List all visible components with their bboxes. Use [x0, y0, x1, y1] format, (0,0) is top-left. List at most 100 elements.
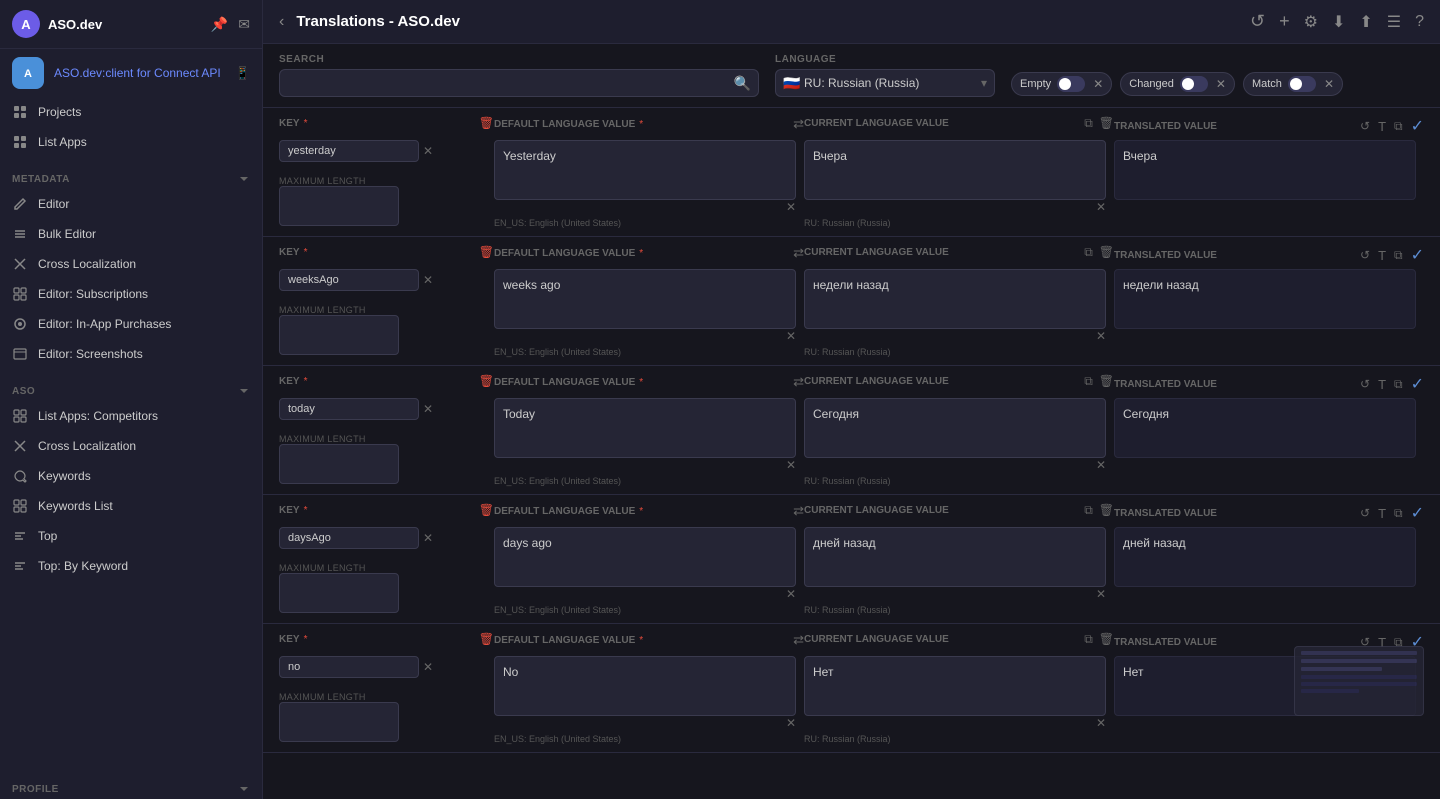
sidebar-item-editor-subscriptions[interactable]: Editor: Subscriptions [0, 279, 262, 309]
row2-default-textarea[interactable]: weeks ago [494, 269, 796, 329]
row4-check-icon[interactable]: ✓ [1411, 503, 1424, 523]
row2-default-clear[interactable]: ✕ [786, 329, 796, 343]
row1-max-length-input[interactable] [279, 186, 399, 226]
row1-copy-translated-icon[interactable]: ⧉ [1394, 119, 1403, 134]
row2-refresh-icon[interactable]: ↺ [1360, 248, 1370, 262]
toggle-match[interactable]: Match ✕ [1243, 72, 1343, 96]
row4-default-clear[interactable]: ✕ [786, 587, 796, 601]
row5-current-textarea[interactable]: Нет [804, 656, 1106, 716]
row2-current-clear[interactable]: ✕ [1096, 329, 1106, 343]
row5-current-clear[interactable]: ✕ [1096, 716, 1106, 730]
back-button[interactable]: ‹ [279, 13, 284, 31]
row1-refresh-icon[interactable]: ↺ [1360, 119, 1370, 133]
row4-current-textarea[interactable]: дней назад [804, 527, 1106, 587]
metadata-section-title[interactable]: METADATA [12, 173, 250, 185]
row3-current-clear[interactable]: ✕ [1096, 458, 1106, 472]
row5-max-length-input[interactable] [279, 702, 399, 742]
toggle-changed[interactable]: Changed ✕ [1120, 72, 1235, 96]
row3-translate-icon[interactable]: ⇄ [793, 374, 804, 390]
row4-refresh-icon[interactable]: ↺ [1360, 506, 1370, 520]
pin-icon[interactable]: 📌 [211, 16, 228, 33]
sidebar-item-list-apps-competitors[interactable]: List Apps: Competitors [0, 401, 262, 431]
sidebar-item-bulk-editor[interactable]: Bulk Editor [0, 219, 262, 249]
row1-delete-current-icon[interactable]: 🗑 [1099, 116, 1114, 131]
row2-key-input[interactable] [279, 269, 419, 291]
row1-translate-t-icon[interactable]: T [1378, 119, 1386, 134]
row5-copy-current-icon[interactable]: ⧉ [1084, 632, 1093, 647]
toggle-empty-switch[interactable] [1057, 76, 1085, 92]
row3-key-input[interactable] [279, 398, 419, 420]
sidebar-item-top[interactable]: Top [0, 521, 262, 551]
row5-key-clear[interactable]: ✕ [423, 660, 433, 674]
row4-translate-icon[interactable]: ⇄ [793, 503, 804, 519]
row1-check-icon[interactable]: ✓ [1411, 116, 1424, 136]
sidebar-item-top-by-keyword[interactable]: Top: By Keyword [0, 551, 262, 581]
toggle-empty-close[interactable]: ✕ [1093, 77, 1103, 91]
row5-default-textarea[interactable]: No [494, 656, 796, 716]
sidebar-item-cross-loc-meta[interactable]: Cross Localization [0, 249, 262, 279]
language-select[interactable]: RU: Russian (Russia) [775, 69, 995, 97]
row3-copy-current-icon[interactable]: ⧉ [1084, 374, 1093, 389]
row4-key-clear[interactable]: ✕ [423, 531, 433, 545]
row2-delete-current-icon[interactable]: 🗑 [1099, 245, 1114, 260]
row4-translate-t-icon[interactable]: T [1378, 506, 1386, 521]
row1-current-textarea[interactable]: Вчера [804, 140, 1106, 200]
row5-key-input[interactable] [279, 656, 419, 678]
help-icon[interactable]: ? [1415, 13, 1424, 31]
row1-current-clear[interactable]: ✕ [1096, 200, 1106, 214]
settings-icon[interactable]: ⚙ [1304, 12, 1318, 32]
row3-copy-translated-icon[interactable]: ⧉ [1394, 377, 1403, 392]
add-icon[interactable]: + [1279, 11, 1290, 32]
row4-default-textarea[interactable]: days ago [494, 527, 796, 587]
row2-max-length-input[interactable] [279, 315, 399, 355]
sidebar-item-keywords[interactable]: Keywords [0, 461, 262, 491]
menu-icon[interactable]: ☰ [1387, 12, 1401, 32]
row2-delete-btn[interactable]: 🗑 [479, 245, 494, 259]
toggle-changed-close[interactable]: ✕ [1216, 77, 1226, 91]
row5-default-clear[interactable]: ✕ [786, 716, 796, 730]
row1-delete-btn[interactable]: 🗑 [479, 116, 494, 130]
row3-default-clear[interactable]: ✕ [786, 458, 796, 472]
row4-copy-translated-icon[interactable]: ⧉ [1394, 506, 1403, 521]
row3-max-length-input[interactable] [279, 444, 399, 484]
row4-current-clear[interactable]: ✕ [1096, 587, 1106, 601]
row3-refresh-icon[interactable]: ↺ [1360, 377, 1370, 391]
row3-translate-t-icon[interactable]: T [1378, 377, 1386, 392]
toggle-changed-switch[interactable] [1180, 76, 1208, 92]
profile-section-title[interactable]: PROFILE [12, 783, 250, 795]
row3-delete-current-icon[interactable]: 🗑 [1099, 374, 1114, 389]
row2-copy-translated-icon[interactable]: ⧉ [1394, 248, 1403, 263]
row1-key-input[interactable] [279, 140, 419, 162]
row2-current-textarea[interactable]: недели назад [804, 269, 1106, 329]
client-app-item[interactable]: A ASO.dev:client for Connect API 📱 [0, 49, 262, 97]
row2-translate-icon[interactable]: ⇄ [793, 245, 804, 261]
row4-delete-btn[interactable]: 🗑 [479, 503, 494, 517]
row2-translate-t-icon[interactable]: T [1378, 248, 1386, 263]
refresh-icon[interactable]: ↺ [1250, 11, 1265, 32]
row2-check-icon[interactable]: ✓ [1411, 245, 1424, 265]
toggle-empty[interactable]: Empty ✕ [1011, 72, 1112, 96]
sidebar-item-editor-screenshots[interactable]: Editor: Screenshots [0, 339, 262, 369]
row3-delete-btn[interactable]: 🗑 [479, 374, 494, 388]
row3-current-textarea[interactable]: Сегодня [804, 398, 1106, 458]
row3-key-clear[interactable]: ✕ [423, 402, 433, 416]
mail-icon[interactable]: ✉ [238, 16, 250, 33]
upload-icon[interactable]: ⬆ [1359, 12, 1372, 32]
row5-delete-current-icon[interactable]: 🗑 [1099, 632, 1114, 647]
row3-default-textarea[interactable]: Today [494, 398, 796, 458]
row3-check-icon[interactable]: ✓ [1411, 374, 1424, 394]
sidebar-item-editor[interactable]: Editor [0, 189, 262, 219]
row4-delete-current-icon[interactable]: 🗑 [1099, 503, 1114, 518]
row5-translate-icon[interactable]: ⇄ [793, 632, 804, 648]
sidebar-item-cross-loc-aso[interactable]: Cross Localization [0, 431, 262, 461]
row5-delete-btn[interactable]: 🗑 [479, 632, 494, 646]
sidebar-item-editor-iap[interactable]: Editor: In-App Purchases [0, 309, 262, 339]
row1-default-clear[interactable]: ✕ [786, 200, 796, 214]
row4-key-input[interactable] [279, 527, 419, 549]
row2-key-clear[interactable]: ✕ [423, 273, 433, 287]
row1-translate-icon[interactable]: ⇄ [793, 116, 804, 132]
aso-section-title[interactable]: ASO [12, 385, 250, 397]
sidebar-item-keywords-list[interactable]: Keywords List [0, 491, 262, 521]
toggle-match-switch[interactable] [1288, 76, 1316, 92]
row1-key-clear[interactable]: ✕ [423, 144, 433, 158]
